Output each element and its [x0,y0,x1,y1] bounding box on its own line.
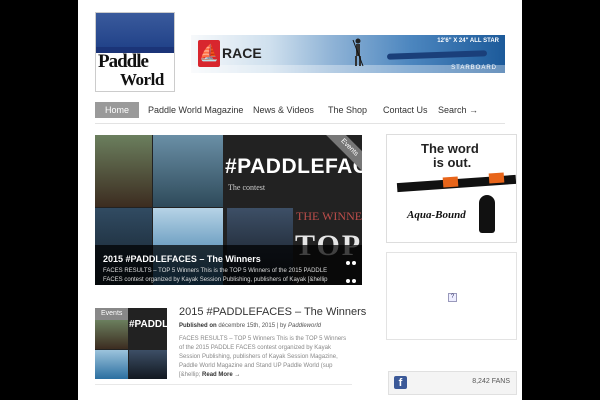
banner-ad[interactable]: ⛵ RACE 12'6" X 24" ALL STAR STARBOARD [191,35,505,73]
nav-item-news-videos[interactable]: News & Videos [253,102,314,118]
post-title[interactable]: 2015 #PADDLEFACES – The Winners [179,306,366,318]
facebook-fan-count: 8,242 FANS [472,378,510,385]
slider-headline: #PADDLEFACES [225,155,362,178]
nav-item-search[interactable]: Search → [438,102,478,118]
paddle-ring [442,176,459,188]
post-thumbnail[interactable]: Events #PADDL [95,308,167,379]
logo-text-line2: World [120,70,164,89]
paddle-blade-icon [479,195,495,233]
site-logo[interactable]: Paddle World [95,12,175,92]
nav-item-magazine[interactable]: Paddle World Magazine [148,102,243,118]
nav-item-shop[interactable]: The Shop [328,102,367,118]
post-author[interactable]: Paddleworld [288,323,321,329]
dot-icon[interactable] [346,279,350,283]
aquabound-logo: Aqua-Bound [407,209,466,221]
slider-photo-kayak-dock [153,135,223,207]
slider-caption-title[interactable]: 2015 #PADDLEFACES – The Winners [103,254,261,264]
slider-caption-text: FACES RESULTS – TOP 5 Winners This is th… [103,268,328,283]
slider-pagination-dots[interactable] [345,253,359,285]
dot-icon[interactable] [346,261,350,265]
ad-placeholder[interactable]: ? [386,252,517,340]
aquabound-ad[interactable]: The word is out. Aqua-Bound [386,134,517,243]
post-date: décembre 15th, 2015 [218,323,276,329]
broken-image-icon: ? [448,293,457,302]
banner-board-size: 12'6" X 24" ALL STAR [437,38,499,44]
thumb-photo [129,350,167,379]
paddle-ring [488,172,505,184]
banner-race-label: RACE [222,45,262,61]
slider-photo-kayaker [95,135,152,207]
featured-slider[interactable]: #PADDLEFACES The contest THE WINNER TOP … [95,135,362,285]
dot-icon[interactable] [352,261,356,265]
thumb-title: #PADDL [129,319,167,330]
thumb-photo [95,320,128,349]
nav-item-home[interactable]: Home [95,102,140,118]
logo-band [96,13,174,53]
banner-board [386,50,488,60]
post-category-tag[interactable]: Events [95,308,129,320]
dot-icon[interactable] [352,279,356,283]
banner-brand: STARBOARD [451,65,497,71]
slider-subheadline: The contest [228,183,266,192]
facebook-icon[interactable]: f [394,376,407,389]
page-container: Paddle World ⛵ RACE 12'6" X 24" ALL STAR… [78,0,522,400]
slider-caption: 2015 #PADDLEFACES – The Winners FACES RE… [95,245,362,285]
post-meta: Published on décembre 15th, 2015 | by Pa… [179,323,322,329]
thumb-photo [95,350,128,379]
facebook-count-number: 8,242 [472,378,490,385]
paddler-icon [352,38,364,67]
facebook-widget[interactable]: f 8,242 FANS [388,371,517,395]
starboard-badge-icon: ⛵ [198,40,220,67]
post-excerpt: FACES RESULTS – TOP 5 Winners This is th… [179,335,349,380]
facebook-count-label: FANS [491,378,510,385]
post-author-prefix: by [279,323,287,329]
nav-divider [95,123,505,124]
nav-item-contact[interactable]: Contact Us [383,102,428,118]
read-more-link[interactable]: Read More → [202,372,240,378]
aquabound-tagline-1: The word [421,141,479,156]
aquabound-tagline-2: is out. [433,155,472,170]
slider-winners-text: THE WINNER [296,209,362,223]
post-divider [95,384,352,385]
post-meta-prefix: Published on [179,323,217,329]
